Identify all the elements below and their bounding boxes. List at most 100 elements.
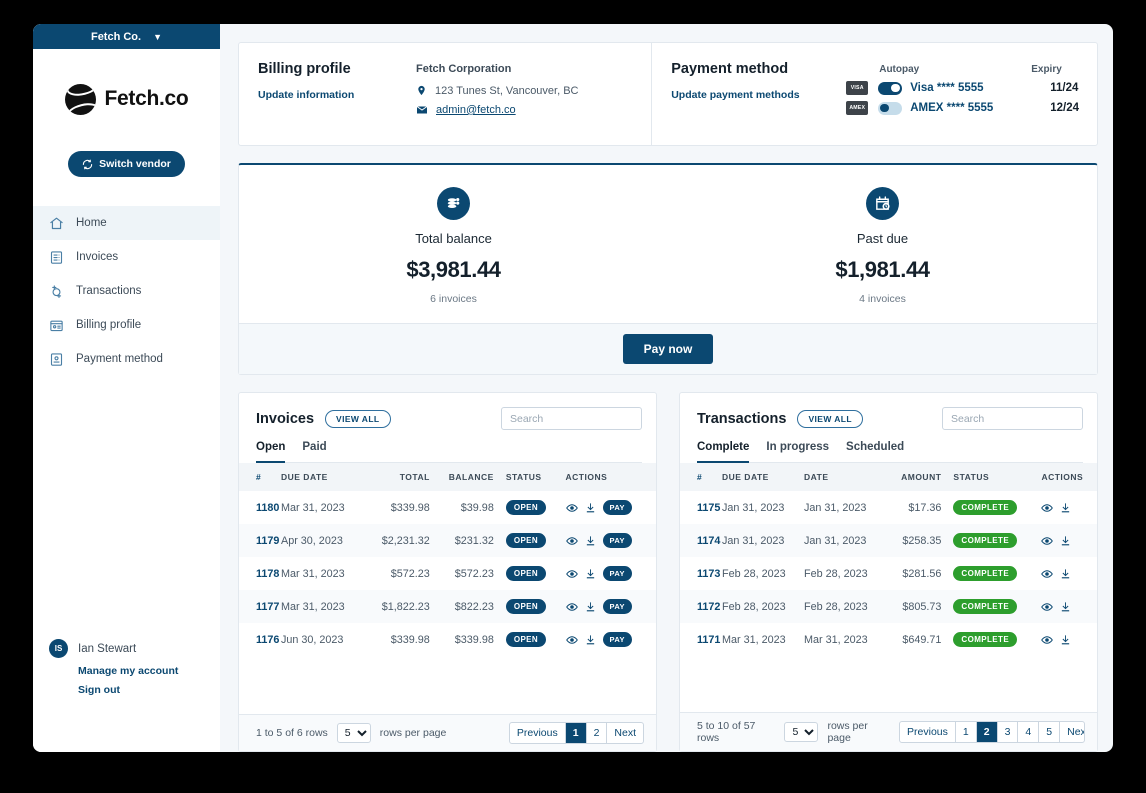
download-icon[interactable] bbox=[585, 502, 596, 514]
status-badge: OPEN bbox=[505, 566, 547, 581]
transactions-rows-per-page-select[interactable]: 5 bbox=[784, 722, 819, 742]
invoice-number[interactable]: 1177 bbox=[239, 590, 281, 623]
sidebar-item-invoices[interactable]: Invoices bbox=[33, 240, 220, 274]
tab-scheduled[interactable]: Scheduled bbox=[846, 441, 904, 463]
next-page-button[interactable]: Next bbox=[1060, 722, 1084, 742]
sidebar-item-transactions[interactable]: Transactions bbox=[33, 274, 220, 308]
view-eye-icon[interactable] bbox=[565, 535, 578, 547]
page-button-2[interactable]: 2 bbox=[976, 722, 998, 742]
page-button-2[interactable]: 2 bbox=[587, 723, 608, 743]
table-row: 1171 Mar 31, 2023 Mar 31, 2023 $649.71 COMPL… bbox=[680, 623, 1097, 656]
transaction-number[interactable]: 1172 bbox=[680, 590, 722, 623]
view-eye-icon[interactable] bbox=[1041, 502, 1054, 514]
invoices-table-body: 1180 Mar 31, 2023 $339.98 $39.98 OPEN PAY 117… bbox=[239, 491, 656, 656]
status-badge: OPEN bbox=[505, 632, 547, 647]
sign-out-link[interactable]: Sign out bbox=[78, 684, 220, 696]
invoices-view-all-button[interactable]: VIEW ALL bbox=[325, 409, 391, 428]
autopay-toggle-amex[interactable] bbox=[878, 101, 903, 115]
view-eye-icon[interactable] bbox=[1041, 568, 1054, 580]
transaction-amount: $258.35 bbox=[902, 534, 942, 547]
download-icon[interactable] bbox=[1060, 502, 1071, 514]
view-eye-icon[interactable] bbox=[565, 634, 578, 646]
payment-method-section: Payment method Update payment methods Au… bbox=[651, 43, 1097, 145]
view-eye-icon[interactable] bbox=[1041, 601, 1054, 613]
organization-name: Fetch Corporation bbox=[416, 63, 512, 75]
invoice-number[interactable]: 1176 bbox=[239, 623, 281, 656]
switch-vendor-button[interactable]: Switch vendor bbox=[68, 151, 185, 177]
autopay-toggle-visa[interactable] bbox=[878, 81, 903, 95]
user-name: Ian Stewart bbox=[78, 642, 137, 655]
page-button-1[interactable]: 1 bbox=[956, 722, 977, 742]
tab-complete[interactable]: Complete bbox=[697, 441, 750, 463]
transaction-number[interactable]: 1174 bbox=[680, 524, 722, 557]
payment-method-left: Payment method Update payment methods bbox=[671, 61, 846, 145]
invoice-due-date: Jun 30, 2023 bbox=[281, 633, 344, 646]
tab-open[interactable]: Open bbox=[256, 441, 286, 463]
next-page-button[interactable]: Next bbox=[607, 723, 643, 743]
balance-summary-card: Total balance $3,981.44 6 invoices Past … bbox=[238, 163, 1098, 375]
sidebar-item-home[interactable]: Home bbox=[33, 206, 220, 240]
download-icon[interactable] bbox=[1060, 601, 1071, 613]
transaction-status-cell: COMPLETE bbox=[953, 524, 1035, 557]
transactions-view-all-button[interactable]: VIEW ALL bbox=[797, 409, 863, 428]
update-information-link[interactable]: Update information bbox=[258, 89, 354, 101]
invoice-number[interactable]: 1178 bbox=[239, 557, 281, 590]
invoice-total: $572.23 bbox=[390, 567, 430, 580]
previous-page-button[interactable]: Previous bbox=[900, 722, 956, 742]
transaction-number[interactable]: 1175 bbox=[680, 491, 722, 524]
view-eye-icon[interactable] bbox=[565, 568, 578, 580]
download-icon[interactable] bbox=[585, 634, 596, 646]
transaction-date: Jan 31, 2023 bbox=[804, 534, 867, 547]
view-eye-icon[interactable] bbox=[565, 601, 578, 613]
download-icon[interactable] bbox=[585, 601, 596, 613]
invoices-search-input[interactable] bbox=[501, 407, 642, 430]
invoices-rows-per-page-select[interactable]: 5 bbox=[336, 723, 371, 743]
pay-invoice-button[interactable]: PAY bbox=[602, 500, 632, 515]
email-link[interactable]: admin@fetch.co bbox=[436, 104, 516, 116]
invoice-actions-cell: PAY bbox=[560, 524, 657, 557]
invoice-number[interactable]: 1179 bbox=[239, 524, 281, 557]
col-amount: AMOUNT bbox=[886, 463, 954, 491]
view-eye-icon[interactable] bbox=[1041, 535, 1054, 547]
page-button-4[interactable]: 4 bbox=[1018, 722, 1040, 742]
status-badge: COMPLETE bbox=[953, 566, 1018, 581]
invoice-number[interactable]: 1180 bbox=[239, 491, 281, 524]
download-icon[interactable] bbox=[585, 568, 596, 580]
table-row: 1172 Feb 28, 2023 Feb 28, 2023 $805.73 COMPL… bbox=[680, 590, 1097, 623]
transactions-search-input[interactable] bbox=[942, 407, 1083, 430]
past-due-amount: $1,981.44 bbox=[835, 257, 930, 282]
previous-page-button[interactable]: Previous bbox=[510, 723, 566, 743]
download-icon[interactable] bbox=[585, 535, 596, 547]
view-eye-icon[interactable] bbox=[565, 502, 578, 514]
page-button-1[interactable]: 1 bbox=[565, 723, 587, 743]
table-row: 1180 Mar 31, 2023 $339.98 $39.98 OPEN PAY bbox=[239, 491, 656, 524]
transaction-actions-cell bbox=[1035, 623, 1097, 656]
manage-account-link[interactable]: Manage my account bbox=[78, 665, 220, 677]
tab-in-progress[interactable]: In progress bbox=[766, 441, 829, 463]
pay-invoice-button[interactable]: PAY bbox=[602, 632, 632, 647]
col-number: # bbox=[680, 463, 722, 491]
pay-invoice-button[interactable]: PAY bbox=[602, 533, 632, 548]
page-button-5[interactable]: 5 bbox=[1039, 722, 1061, 742]
transaction-number[interactable]: 1173 bbox=[680, 557, 722, 590]
sidebar-item-billing-profile[interactable]: Billing profile bbox=[33, 308, 220, 342]
pay-invoice-button[interactable]: PAY bbox=[602, 599, 632, 614]
app-window: Fetch Co. ▼ Fetch.co Switch vendor Home bbox=[33, 24, 1113, 752]
pay-now-button[interactable]: Pay now bbox=[622, 334, 714, 364]
page-button-3[interactable]: 3 bbox=[998, 722, 1019, 742]
autopay-column-header: Autopay bbox=[879, 64, 920, 75]
invoice-total: $2,231.32 bbox=[381, 534, 430, 547]
pay-invoice-button[interactable]: PAY bbox=[602, 566, 632, 581]
tab-paid[interactable]: Paid bbox=[302, 441, 326, 463]
download-icon[interactable] bbox=[1060, 568, 1071, 580]
sidebar-item-payment-method[interactable]: Payment method bbox=[33, 342, 220, 376]
download-icon[interactable] bbox=[1060, 634, 1071, 646]
download-icon[interactable] bbox=[1060, 535, 1071, 547]
view-eye-icon[interactable] bbox=[1041, 634, 1054, 646]
envelope-icon bbox=[416, 104, 428, 116]
transaction-number[interactable]: 1171 bbox=[680, 623, 722, 656]
status-badge: OPEN bbox=[505, 533, 547, 548]
balance-summary-body: Total balance $3,981.44 6 invoices Past … bbox=[239, 165, 1097, 323]
vendor-switcher-bar[interactable]: Fetch Co. ▼ bbox=[33, 24, 220, 49]
update-payment-methods-link[interactable]: Update payment methods bbox=[671, 89, 799, 101]
